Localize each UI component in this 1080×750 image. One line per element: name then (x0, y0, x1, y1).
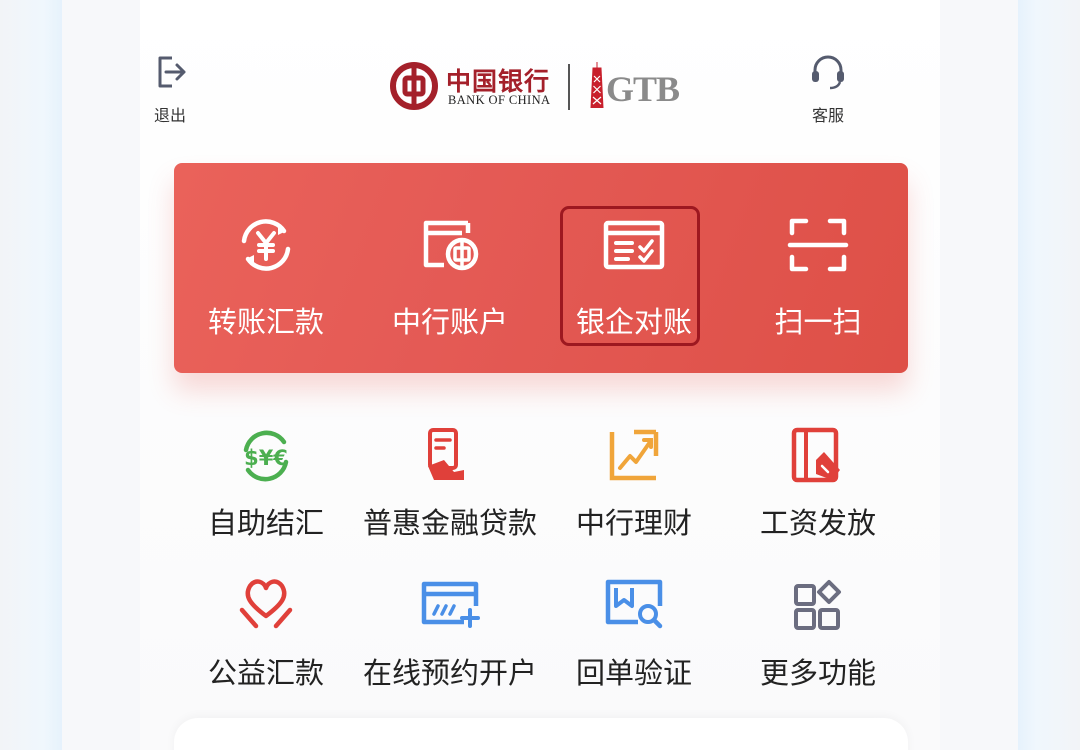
heart-hand-icon (239, 579, 293, 629)
logo-english-text: BANK OF CHINA (448, 93, 551, 107)
logout-icon (158, 56, 186, 88)
bank-of-china-emblem-icon (390, 62, 438, 110)
app-home: 退出 中国银行 BANK OF CHINA GTB 客服 转账汇款 中行账户 银… (140, 0, 940, 750)
headset-icon (812, 55, 844, 90)
service-label: 中行理财 (575, 506, 692, 540)
quick-action-label: 扫一扫 (774, 305, 862, 339)
logout-label: 退出 (153, 106, 186, 125)
loan-document-icon (428, 428, 464, 480)
phone-screen: 退出 中国银行 BANK OF CHINA GTB 客服 转账汇款 中行账户 银… (62, 0, 1018, 750)
quick-action-card: 转账汇款 中行账户 银企对账 扫一扫 (174, 163, 908, 373)
boc-account-button[interactable]: 中行账户 (358, 213, 542, 341)
receipt-verification-button[interactable]: 回单验证 (542, 576, 726, 692)
bank-logo: 中国银行 BANK OF CHINA GTB (390, 62, 690, 112)
customer-service-button[interactable]: 客服 (788, 52, 868, 126)
transfer-button[interactable]: 转账汇款 (174, 213, 358, 341)
reconciliation-icon (603, 220, 665, 270)
inclusive-loan-button[interactable]: 普惠金融贷款 (358, 426, 542, 542)
frame-left (0, 0, 62, 750)
bottom-panel (174, 718, 908, 750)
currency-exchange-icon: $¥€ (243, 430, 289, 482)
bank-tower-icon (590, 62, 604, 108)
self-fx-settlement-button[interactable]: $¥€ 自助结汇 (174, 426, 358, 542)
service-label: 普惠金融贷款 (362, 506, 537, 540)
service-label: 客服 (811, 106, 844, 125)
service-label: 自助结汇 (207, 506, 324, 540)
service-label: 回单验证 (575, 656, 692, 690)
reconciliation-button[interactable]: 银企对账 (542, 213, 726, 341)
service-label: 工资发放 (759, 506, 876, 540)
charity-remittance-button[interactable]: 公益汇款 (174, 576, 358, 692)
logo-divider (568, 64, 570, 110)
chart-growth-icon (609, 429, 659, 481)
service-label: 在线预约开户 (362, 656, 537, 690)
frame-right (1018, 0, 1080, 750)
quick-action-label: 转账汇款 (207, 305, 324, 339)
yen-exchange-icon (241, 219, 291, 271)
scan-icon (787, 218, 849, 272)
bank-card-icon (423, 220, 479, 271)
salary-book-icon (791, 427, 840, 483)
more-functions-button[interactable]: 更多功能 (726, 576, 910, 692)
logo-gtb-text: GTB (606, 69, 680, 109)
quick-action-label: 银企对账 (575, 305, 692, 339)
logout-button[interactable]: 退出 (130, 52, 210, 126)
online-account-booking-button[interactable]: 在线预约开户 (358, 576, 542, 692)
card-add-icon (421, 581, 480, 628)
salary-payment-button[interactable]: 工资发放 (726, 426, 910, 542)
more-grid-icon (794, 580, 841, 630)
quick-action-label: 中行账户 (391, 305, 508, 339)
boc-wealth-button[interactable]: 中行理财 (542, 426, 726, 542)
svg-text:$¥€: $¥€ (244, 446, 288, 470)
scan-button[interactable]: 扫一扫 (726, 213, 910, 341)
service-label: 更多功能 (759, 656, 876, 690)
image-search-icon (605, 579, 663, 629)
service-label: 公益汇款 (207, 656, 324, 690)
